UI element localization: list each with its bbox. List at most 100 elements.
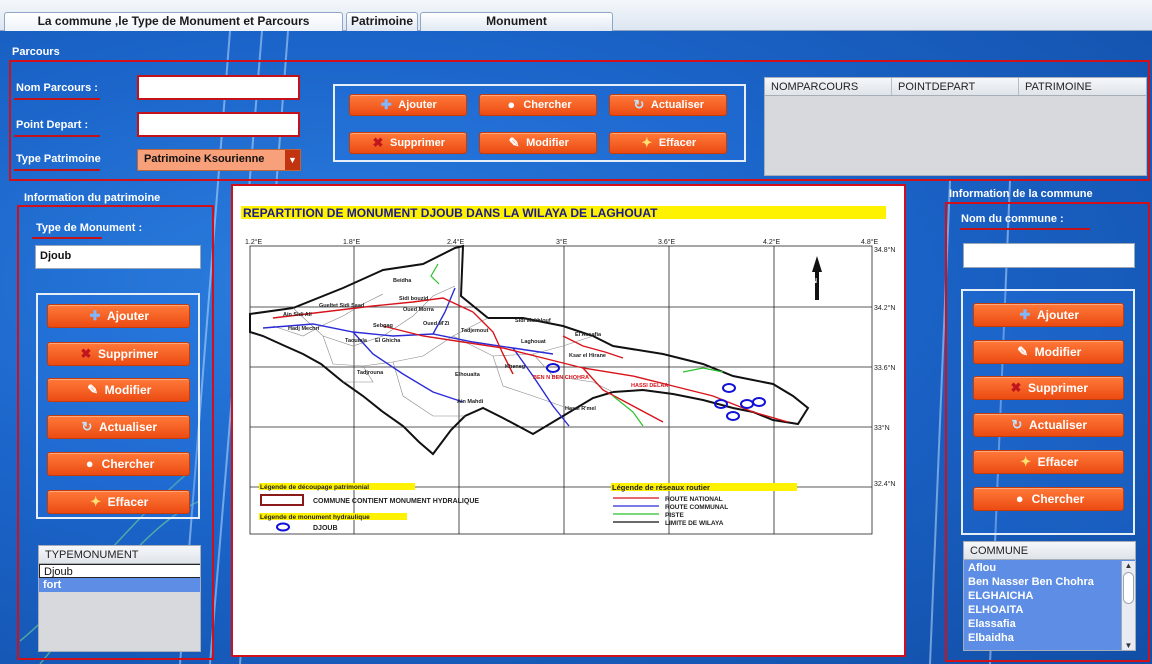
delete-x-icon: ✖ (1010, 380, 1022, 395)
commune-row[interactable]: Elbaidha (964, 631, 1122, 645)
scroll-up-icon[interactable]: ▲ (1122, 561, 1135, 570)
legend-item-djoub: DJOUB (313, 525, 338, 532)
commune-table-header: COMMUNE (964, 542, 1135, 560)
point-depart-underline (14, 135, 100, 137)
scroll-thumb[interactable] (1123, 572, 1134, 604)
place-label: Laghouat (521, 339, 546, 345)
place-label: Beidha (393, 278, 412, 284)
commune-effacer-button[interactable]: ✦ Effacer (973, 450, 1124, 474)
tab-commune-type-parcours[interactable]: La commune ,le Type de Monument et Parco… (4, 12, 343, 45)
map-panel: REPARTITION DE MONUMENT DJOUB DANS LA WI… (231, 184, 906, 657)
map-svg: REPARTITION DE MONUMENT DJOUB DANS LA WI… (241, 206, 895, 535)
lon-tick: 4.2°E (763, 238, 781, 246)
broom-icon: ✦ (1020, 454, 1032, 469)
pencil-icon: ✎ (508, 135, 520, 150)
place-label: Sebgag (373, 323, 393, 329)
nom-parcours-input[interactable] (137, 75, 300, 100)
commune-chercher-button[interactable]: ● Chercher (973, 487, 1124, 511)
commune-row[interactable]: ELHOAITA (964, 603, 1122, 617)
broom-icon: ✦ (90, 494, 102, 509)
place-label: Ain Sidi Ali (283, 312, 312, 318)
legend-title-decoupage: Légende de découpage patrimonial (260, 484, 369, 491)
parcours-table-header: NOMPARCOURS POINTDEPART PATRIMOINE (765, 78, 1146, 96)
delete-x-icon: ✖ (80, 346, 92, 361)
patrimoine-modifier-button[interactable]: ✎ Modifier (47, 378, 190, 402)
patrimoine-effacer-button[interactable]: ✦ Effacer (47, 490, 190, 514)
commune-ajouter-button[interactable]: ✚ Ajouter (973, 303, 1124, 327)
nom-parcours-label: Nom Parcours : (16, 82, 98, 94)
commune-row[interactable]: Aflou (964, 561, 1122, 575)
legend-title-reseaux: Légende de réseaux routier (612, 483, 710, 492)
parcours-supprimer-button[interactable]: ✖ Supprimer (349, 132, 467, 154)
map-legend: Légende de découpage patrimonial COMMUNE… (259, 483, 797, 532)
parcours-modifier-button[interactable]: ✎ Modifier (479, 132, 597, 154)
place-label: Hadj Mechri (288, 326, 320, 332)
magnifier-icon: ● (507, 97, 516, 112)
plus-icon: ✚ (380, 97, 392, 112)
place-label: El Assafia (575, 332, 602, 338)
commune-scrollbar[interactable]: ▲ ▼ (1121, 561, 1135, 650)
point-depart-input[interactable] (137, 112, 300, 137)
commune-actualiser-button[interactable]: ↻ Actualiser (973, 413, 1124, 437)
commune-table[interactable]: COMMUNE Aflou Ben Nasser Ben Chohra ELGH… (963, 541, 1136, 651)
commune-row[interactable]: ELGHAICHA (964, 589, 1122, 603)
typemonument-row[interactable]: fort (39, 578, 200, 592)
commune-modifier-button[interactable]: ✎ Modifier (973, 340, 1124, 364)
type-monument-underline (32, 237, 102, 239)
column-header-pointdepart[interactable]: POINTDEPART (892, 78, 1019, 95)
parcours-effacer-button[interactable]: ✦ Effacer (609, 132, 727, 154)
patrimoine-chercher-button[interactable]: ● Chercher (47, 452, 190, 476)
lon-tick: 1.8°E (343, 238, 361, 246)
place-label: Sidi bouzid (399, 296, 428, 302)
legend-road: ROUTE COMMUNAL (665, 504, 728, 511)
patrimoine-ajouter-button[interactable]: ✚ Ajouter (47, 304, 190, 328)
lon-tick: 2.4°E (447, 238, 465, 246)
column-header-nomparcours[interactable]: NOMPARCOURS (765, 78, 892, 95)
parcours-chercher-button[interactable]: ● Chercher (479, 94, 597, 116)
north-arrow-icon: N (812, 256, 822, 300)
tab-patrimoine[interactable]: Patrimoine (346, 12, 418, 31)
place-label: Ain Mahdi (457, 399, 484, 405)
parcours-actualiser-button[interactable]: ↻ Actualiser (609, 94, 727, 116)
place-label: Oued M'Zi (423, 321, 450, 327)
place-label: Taouiala (345, 338, 368, 344)
chevron-down-icon[interactable]: ▼ (285, 150, 300, 170)
column-header-typemonument[interactable]: TYPEMONUMENT (39, 546, 200, 563)
place-label: HASSI DELAA (631, 383, 668, 389)
typemonument-table[interactable]: TYPEMONUMENT Djoub fort (38, 545, 201, 652)
type-patrimoine-select[interactable]: Patrimoine Ksourienne ▼ (137, 149, 301, 171)
commune-row[interactable]: Ben Nasser Ben Chohra (964, 575, 1122, 589)
legend-road: LIMITE DE WILAYA (665, 520, 724, 527)
lat-tick: 33.6°N (874, 364, 895, 372)
column-header-commune[interactable]: COMMUNE (964, 542, 1135, 559)
type-monument-input[interactable]: Djoub (35, 245, 201, 269)
scroll-down-icon[interactable]: ▼ (1122, 641, 1135, 650)
tab-monument[interactable]: Monument (420, 12, 613, 31)
nom-commune-label: Nom du commune : (961, 213, 1064, 225)
place-label: Gueltet Sidi Saad (319, 303, 364, 309)
nom-commune-input[interactable] (963, 243, 1135, 268)
delete-x-icon: ✖ (372, 135, 384, 150)
commune-row[interactable]: Elassafia (964, 617, 1122, 631)
column-header-patrimoine[interactable]: PATRIMOINE (1019, 78, 1146, 95)
svg-text:N: N (812, 278, 817, 285)
lon-tick: 3°E (556, 238, 568, 246)
parcours-table[interactable]: NOMPARCOURS POINTDEPART PATRIMOINE (764, 77, 1147, 176)
point-depart-label: Point Depart : (16, 119, 89, 131)
legend-road: ROUTE NATIONAL (665, 496, 723, 503)
patrimoine-actualiser-button[interactable]: ↻ Actualiser (47, 415, 190, 439)
typemonument-row[interactable]: Djoub (39, 564, 200, 578)
magnifier-icon: ● (85, 456, 94, 471)
patrimoine-supprimer-button[interactable]: ✖ Supprimer (47, 342, 190, 366)
commune-section-title: Information de la commune (949, 188, 1093, 200)
place-label: Oued Morra (403, 307, 435, 313)
magnifier-icon: ● (1015, 491, 1024, 506)
parcours-ajouter-button[interactable]: ✚ Ajouter (349, 94, 467, 116)
place-label: Hassi R'mel (565, 406, 596, 412)
typemonument-table-header: TYPEMONUMENT (39, 546, 200, 564)
plus-icon: ✚ (89, 308, 101, 323)
legend-item-commune: COMMUNE CONTIENT MONUMENT HYDRALIQUE (313, 498, 479, 505)
lat-tick: 34.2°N (874, 304, 895, 312)
lat-tick: 34.8°N (874, 246, 895, 254)
commune-supprimer-button[interactable]: ✖ Supprimer (973, 376, 1124, 400)
